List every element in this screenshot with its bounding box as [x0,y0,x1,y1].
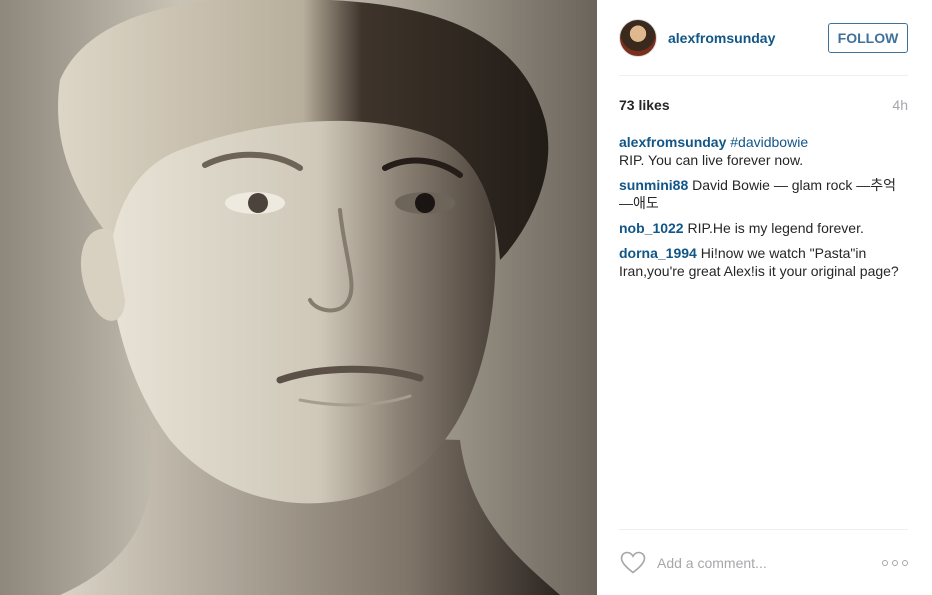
likes-count[interactable]: 73 likes [619,97,670,113]
more-dot-icon [882,559,888,566]
post-card: alexfromsunday FOLLOW 73 likes 4h alexfr… [0,0,932,595]
post-header: alexfromsunday FOLLOW [619,0,908,76]
more-dot-icon [902,559,908,566]
more-dot-icon [892,559,898,566]
post-sidebar: alexfromsunday FOLLOW 73 likes 4h alexfr… [597,0,932,595]
more-options-button[interactable] [882,559,908,566]
portrait-illustration [58,0,560,595]
hashtag-link[interactable]: #davidbowie [730,134,808,150]
comment-text: RIP.He is my legend forever. [687,220,864,236]
comment-text: RIP. You can live forever now. [619,152,804,168]
add-comment-input[interactable] [657,554,882,571]
caption: alexfromsunday #davidbowie RIP. You can … [619,133,908,169]
post-meta: 73 likes 4h [619,96,908,114]
avatar[interactable] [619,18,657,57]
comment-username[interactable]: dorna_1994 [619,245,697,261]
heart-icon [620,551,646,574]
comment-footer [619,529,908,595]
author-username[interactable]: alexfromsunday [668,30,775,46]
post-age[interactable]: 4h [892,97,908,113]
comment-username[interactable]: sunmini88 [619,177,688,193]
post-photo[interactable] [0,0,597,595]
comment-item: dorna_1994 Hi!now we watch "Pasta"in Ira… [619,244,908,280]
comments-list: alexfromsunday #davidbowie RIP. You can … [619,133,908,280]
comment-username[interactable]: nob_1022 [619,220,684,236]
comment-username[interactable]: alexfromsunday [619,134,726,150]
follow-button[interactable]: FOLLOW [828,22,908,53]
like-button[interactable] [619,550,647,576]
comment-item: nob_1022 RIP.He is my legend forever. [619,219,908,237]
comment-item: sunmini88 David Bowie — glam rock —추억—애도 [619,176,908,212]
